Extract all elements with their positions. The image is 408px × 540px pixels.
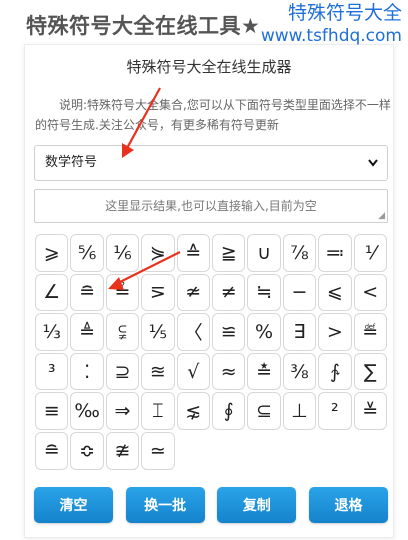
symbol-key[interactable]: ⇒ — [105, 392, 140, 430]
generator-panel: 特殊符号大全在线生成器 说明:特殊符号大全集合,您可以从下面符号类型里面选择不一… — [24, 44, 394, 538]
symbol-key[interactable]: ⫋ — [105, 313, 140, 351]
symbol-key[interactable]: ≝ — [353, 313, 387, 351]
symbol-key[interactable]: ∪ — [247, 234, 281, 272]
symbol-key[interactable]: ⩽ — [318, 273, 352, 312]
symbol-key[interactable]: ≚ — [353, 392, 387, 430]
symbol-key[interactable]: ⋟ — [141, 234, 175, 272]
watermark-url: www.tsfhdq.com — [260, 25, 402, 46]
symbol-key[interactable]: ≟ — [105, 273, 140, 312]
backspace-button[interactable]: 退格 — [308, 487, 388, 523]
symbol-key[interactable]: ∃ — [282, 313, 317, 351]
symbol-key[interactable]: ≧ — [211, 234, 246, 272]
symbol-key[interactable]: ⊆ — [247, 392, 281, 430]
symbol-key[interactable]: ⅓ — [35, 313, 69, 351]
symbol-key[interactable]: ⋝ — [141, 273, 175, 312]
symbol-key[interactable]: ≊ — [141, 352, 175, 391]
resize-grip-icon[interactable]: ◢ — [378, 212, 385, 221]
symbol-key[interactable]: ≠ — [211, 273, 246, 312]
symbol-key[interactable]: ² — [318, 392, 352, 430]
symbol-key[interactable]: 〈 — [176, 313, 210, 351]
symbol-key[interactable]: ≡ — [35, 392, 69, 430]
symbol-key[interactable]: ∱ — [318, 352, 352, 391]
symbol-key[interactable]: ⅙ — [105, 234, 140, 272]
action-buttons: 清空 换一批 复制 退格 — [34, 487, 388, 523]
symbol-key[interactable]: ⊥ — [282, 392, 317, 430]
select-value: 数学符号 — [45, 155, 98, 170]
symbol-key[interactable]: ³ — [35, 352, 69, 391]
symbol-key[interactable]: ≘ — [70, 273, 104, 312]
symbol-key[interactable]: ∑ — [353, 352, 387, 391]
clear-button[interactable]: 清空 — [34, 487, 113, 523]
watermark: 特殊符号大全 www.tsfhdq.com — [261, 2, 402, 47]
panel-header: 特殊符号大全在线生成器 — [126, 58, 292, 76]
symbol-key[interactable]: ⅟ — [353, 234, 387, 272]
watermark-title: 特殊符号大全 — [287, 2, 402, 24]
symbol-key[interactable]: ∮ — [211, 392, 246, 430]
page-title: 特殊符号大全在线工具★ — [26, 14, 261, 38]
symbol-key[interactable]: ≒ — [247, 273, 281, 312]
result-textarea[interactable]: 这里显示结果,也可以直接输入,目前为空 ◢ — [34, 189, 388, 223]
symbol-key[interactable]: ‰ — [70, 392, 104, 430]
symbol-key[interactable]: ∠ — [35, 273, 69, 312]
result-placeholder: 这里显示结果,也可以直接输入,目前为空 — [105, 199, 317, 213]
refresh-button[interactable]: 换一批 — [125, 487, 205, 523]
symbol-key[interactable]: ⋦ — [176, 392, 210, 430]
symbol-key[interactable]: ≘ — [35, 431, 69, 470]
symbol-key[interactable]: √ — [176, 352, 210, 391]
symbol-key[interactable]: ⩾ — [35, 234, 69, 272]
symbol-grid: ⩾ ⅚ ⅙ ⋟ ≙ ≧ ∪ ⅞ ≕ ⅟ ∠ ≘ ≟ ⋝ ≄ ≠ ≒ − ⩽ < ⅓ ≜ ⫋ ⅕ 〈 ≌% ∃ > ≝ ³ ⁚ ⊇ ≊ √ ≈ ≛ ⅜ ∱ ∑… — [34, 233, 388, 471]
symbol-key[interactable]: ≙ — [176, 234, 210, 272]
symbol-key[interactable]: − — [282, 273, 317, 312]
symbol-key[interactable]: ⁚ — [70, 352, 104, 391]
symbol-key[interactable]: ⊇ — [105, 352, 140, 391]
symbol-key[interactable]: ≎ — [70, 431, 104, 470]
description-text: 说明:特殊符号大全集合,您可以从下面符号类型里面选择不一样的符号生成.关注公众号… — [35, 98, 391, 132]
symbol-key[interactable]: ≛ — [247, 352, 281, 391]
symbol-key[interactable]: ⅞ — [282, 234, 317, 272]
symbol-key[interactable]: > — [318, 313, 352, 351]
symbol-key[interactable]: ≈ — [211, 352, 246, 391]
symbol-key[interactable]: ≜ — [70, 313, 104, 351]
symbol-key[interactable]: ≌ — [211, 313, 246, 351]
symbol-type-select[interactable]: 数学符号 — [34, 145, 388, 181]
symbol-key[interactable]: ≃ — [141, 431, 175, 470]
symbol-key[interactable]: ≕ — [318, 234, 352, 272]
symbol-key[interactable]: ≄ — [176, 273, 210, 312]
symbol-key[interactable]: ≇ — [105, 431, 140, 470]
symbol-key[interactable]: < — [353, 273, 387, 312]
symbol-key[interactable]: ⌶ — [141, 392, 175, 430]
symbol-key[interactable]: % — [247, 313, 281, 351]
symbol-key[interactable]: ⅜ — [282, 352, 317, 391]
symbol-key[interactable]: ⅚ — [70, 234, 104, 272]
copy-button[interactable]: 复制 — [217, 487, 297, 523]
chevron-down-icon — [367, 146, 379, 193]
symbol-key[interactable]: ⅕ — [141, 313, 175, 351]
